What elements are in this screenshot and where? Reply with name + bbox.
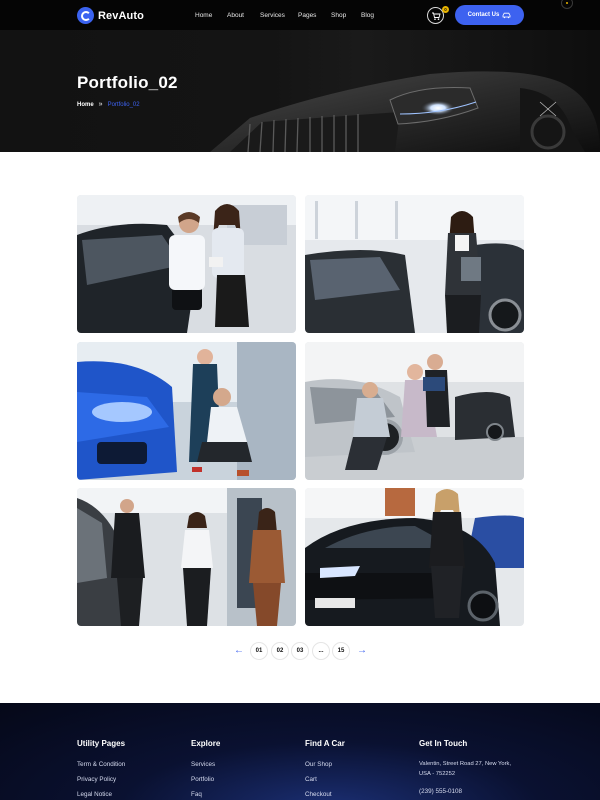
cart-icon [432, 12, 441, 20]
footer-link-shop[interactable]: Our Shop [305, 761, 332, 768]
contact-us-button[interactable]: Contact Us [455, 5, 524, 25]
page-title: Portfolio_02 [77, 73, 178, 92]
portfolio-photo-5 [77, 488, 296, 626]
back-to-top-indicator[interactable] [561, 0, 573, 9]
nav-shop[interactable]: Shop [331, 12, 346, 19]
site-footer: Utility Pages Term & Condition Privacy P… [0, 703, 600, 800]
arrow-right-icon[interactable]: → [355, 645, 369, 656]
footer-heading-utility: Utility Pages [77, 739, 126, 748]
footer-column-explore: Explore [191, 739, 220, 748]
footer-link-services[interactable]: Services [191, 761, 215, 768]
portfolio-photo-4 [305, 342, 524, 480]
nav-services[interactable]: Services [260, 12, 285, 19]
portfolio-item-4[interactable] [305, 342, 524, 480]
portfolio-photo-1 [77, 195, 296, 333]
footer-link-faq[interactable]: Faq [191, 791, 202, 798]
nav-home[interactable]: Home [195, 12, 212, 19]
footer-heading-find-car: Find A Car [305, 739, 345, 748]
footer-phone[interactable]: (239) 555-0108 [419, 788, 462, 795]
nav-blog[interactable]: Blog [361, 12, 374, 19]
footer-link-legal[interactable]: Legal Notice [77, 791, 112, 798]
footer-heading-explore: Explore [191, 739, 221, 748]
page-1-button[interactable]: 01 [250, 642, 268, 660]
nav-about[interactable]: About [227, 12, 244, 19]
page-ellipsis: ... [312, 642, 330, 660]
footer-column-utility: Utility Pages [77, 739, 125, 748]
portfolio-photo-2 [305, 195, 524, 333]
page-3-button[interactable]: 03 [291, 642, 309, 660]
portfolio-item-1[interactable] [77, 195, 296, 333]
nav-pages[interactable]: Pages [298, 12, 316, 19]
portfolio-item-6[interactable] [305, 488, 524, 626]
arrow-left-icon[interactable]: ← [232, 645, 246, 656]
contact-us-label: Contact Us [467, 12, 500, 18]
portfolio-photo-3 [77, 342, 296, 480]
footer-column-find-car: Find A Car [305, 739, 345, 748]
page-15-button[interactable]: 15 [332, 642, 350, 660]
page-2-button[interactable]: 02 [271, 642, 289, 660]
logo[interactable]: RevAuto [77, 7, 144, 24]
footer-link-portfolio[interactable]: Portfolio [191, 776, 214, 783]
car-icon [502, 12, 511, 18]
logo-icon [77, 7, 94, 24]
page-hero: Portfolio_02 Home » Portfolio_02 [0, 30, 600, 152]
breadcrumb: Home » Portfolio_02 [77, 101, 140, 108]
portfolio-photo-6 [305, 488, 524, 626]
footer-link-cart[interactable]: Cart [305, 776, 317, 783]
footer-link-privacy[interactable]: Privacy Policy [77, 776, 116, 783]
footer-link-terms[interactable]: Term & Condition [77, 761, 125, 768]
cart-count-badge: 0 [442, 6, 449, 13]
breadcrumb-separator-icon: » [98, 101, 103, 108]
footer-heading-contact: Get In Touch [419, 739, 468, 748]
footer-column-contact: Get In Touch [419, 739, 467, 748]
top-navbar: RevAuto Home About Services Pages Shop B… [0, 0, 600, 30]
logo-text: RevAuto [98, 9, 144, 22]
footer-link-checkout[interactable]: Checkout [305, 791, 332, 798]
breadcrumb-home[interactable]: Home [77, 102, 94, 108]
breadcrumb-current: Portfolio_02 [107, 101, 140, 108]
portfolio-item-3[interactable] [77, 342, 296, 480]
portfolio-item-2[interactable] [305, 195, 524, 333]
portfolio-item-5[interactable] [77, 488, 296, 626]
footer-address-line-1: Valentin, Street Road 27, New York, [419, 761, 512, 767]
footer-address-line-2: USA - 752252 [419, 771, 456, 777]
